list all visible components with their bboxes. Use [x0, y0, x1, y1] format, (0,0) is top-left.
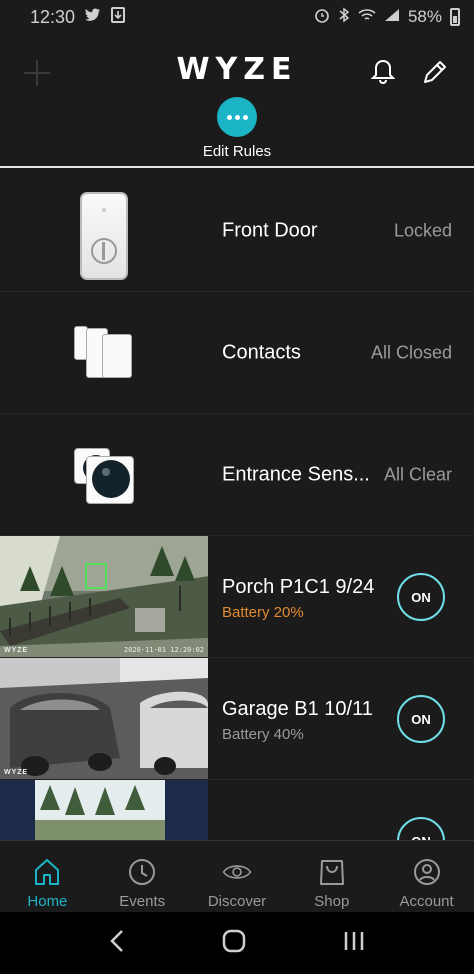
- tab-label: Home: [27, 893, 68, 910]
- shopping-bag-icon: [317, 857, 347, 887]
- edit-rules-label[interactable]: Edit Rules: [0, 143, 474, 160]
- camera-brand: WYZE: [4, 647, 29, 654]
- home-icon: [32, 857, 62, 887]
- camera-thumbnail[interactable]: WYZE 2020-11-01 12:20:02: [0, 536, 208, 657]
- tab-label: Account: [399, 893, 454, 910]
- tab-label: Discover: [207, 893, 267, 910]
- status-bar: 12:30 58%: [0, 0, 474, 34]
- app-header: WYZE Edit Rules: [0, 34, 474, 168]
- bluetooth-icon: [338, 7, 350, 27]
- edit-rules-button[interactable]: [217, 97, 257, 137]
- camera-battery: Battery 40%: [222, 726, 304, 743]
- back-icon[interactable]: [108, 929, 126, 958]
- device-name: Entrance Sens...: [222, 463, 370, 485]
- notification-bell-icon[interactable]: [370, 58, 396, 86]
- device-name: Front Door: [222, 219, 318, 241]
- system-navigation-bar: [0, 912, 474, 974]
- camera-row-garage[interactable]: WYZE Garage B1 10/11 Battery 40% ON: [0, 658, 474, 780]
- clock-icon: [127, 857, 157, 887]
- edit-pencil-icon[interactable]: [421, 58, 449, 86]
- contact-sensor-icon: [72, 324, 138, 384]
- device-list: Front Door Locked Contacts All Closed En…: [0, 170, 474, 902]
- camera-brand: WYZE: [4, 769, 29, 776]
- lock-icon: [80, 192, 128, 280]
- camera-power-toggle[interactable]: ON: [397, 573, 445, 621]
- device-row-contacts[interactable]: Contacts All Closed: [0, 292, 474, 414]
- wyze-logo: WYZE: [176, 52, 298, 87]
- camera-row-porch[interactable]: WYZE 2020-11-01 12:20:02 Porch P1C1 9/24…: [0, 536, 474, 658]
- battery-percent: 58%: [407, 7, 442, 26]
- camera-thumbnail[interactable]: WYZE: [0, 658, 208, 779]
- device-row-entrance-sensors[interactable]: Entrance Sens... All Clear: [0, 414, 474, 536]
- status-time: 12:30: [30, 6, 76, 27]
- camera-timestamp: 2020-11-01 12:20:02: [123, 646, 204, 654]
- camera-power-toggle[interactable]: ON: [397, 695, 445, 743]
- alarm-icon: [314, 7, 330, 27]
- device-status: All Closed: [370, 342, 452, 362]
- camera-name: Porch P1C1 9/24: [222, 576, 375, 598]
- tab-events[interactable]: Events: [95, 841, 190, 912]
- device-status: All Clear: [383, 464, 452, 484]
- device-name: Contacts: [222, 341, 301, 363]
- home-button-icon[interactable]: [221, 928, 247, 959]
- battery-icon: [450, 8, 460, 26]
- tab-label: Events: [119, 893, 166, 910]
- wifi-icon: [358, 8, 376, 26]
- twitter-icon: [85, 8, 101, 26]
- motion-sensor-icon: [72, 446, 138, 506]
- tab-discover[interactable]: Discover: [190, 841, 285, 912]
- camera-name: Garage B1 10/11: [222, 698, 373, 720]
- account-icon: [412, 857, 442, 887]
- device-row-front-door[interactable]: Front Door Locked: [0, 170, 474, 292]
- tab-shop[interactable]: Shop: [284, 841, 379, 912]
- tab-label: Shop: [314, 893, 350, 910]
- recent-apps-icon[interactable]: [342, 930, 366, 957]
- tab-account[interactable]: Account: [379, 841, 474, 912]
- eye-icon: [222, 857, 252, 887]
- tab-home[interactable]: Home: [0, 841, 95, 912]
- signal-icon: [384, 8, 400, 26]
- bottom-tab-bar: Home Events Discover Shop Account: [0, 840, 474, 912]
- camera-battery: Battery 20%: [222, 604, 304, 621]
- device-status: Locked: [393, 220, 452, 240]
- download-icon: [111, 7, 126, 27]
